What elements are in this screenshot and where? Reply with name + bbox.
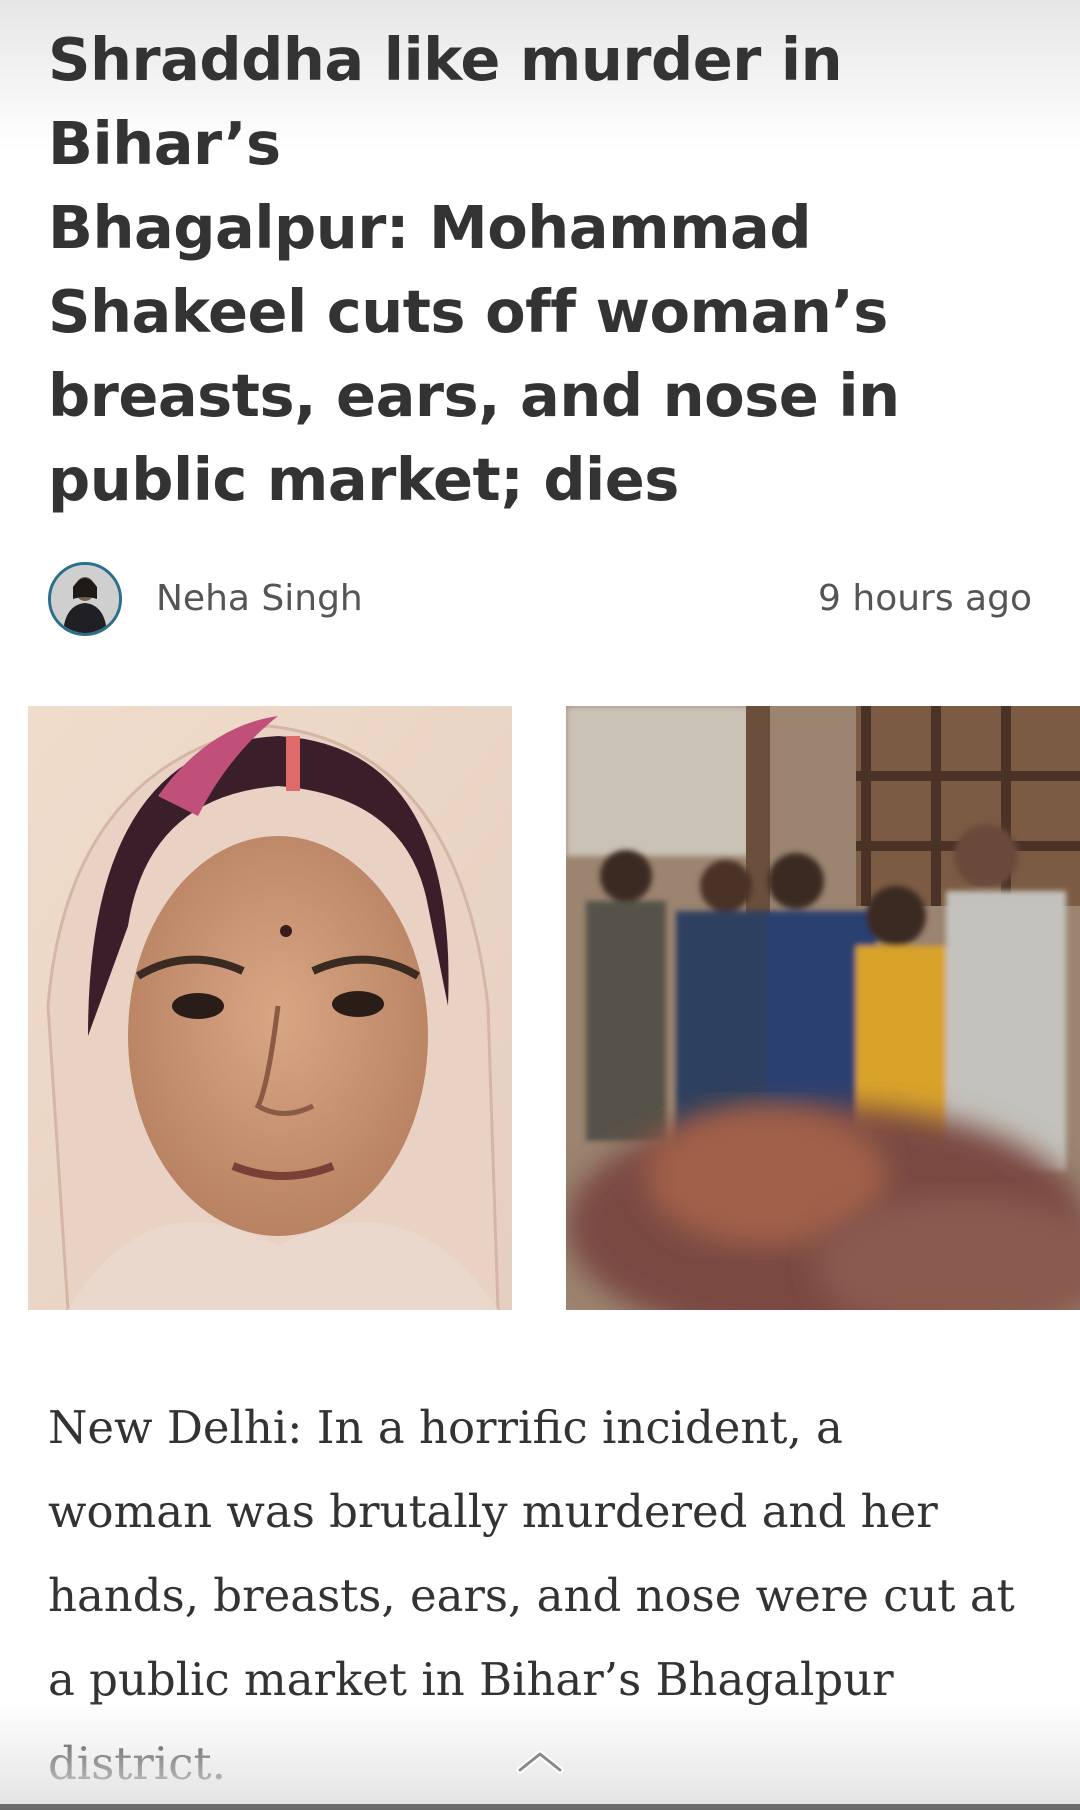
article-body: New Delhi: In a horrific incident, a wom… bbox=[48, 1386, 1038, 1806]
headline-line: Shakeel cuts off woman’s bbox=[48, 277, 888, 346]
body-line: hands, breasts, ears, and nose were cut … bbox=[48, 1569, 1015, 1622]
headline-line: breasts, ears, and nose in bbox=[48, 361, 900, 430]
byline: Neha Singh 9 hours ago bbox=[48, 562, 1032, 642]
body-line: woman was brutally murdered and her bbox=[48, 1485, 938, 1538]
body-line: a public market in Bihar’s Bhagalpur bbox=[48, 1653, 894, 1706]
publish-time: 9 hours ago bbox=[818, 578, 1032, 619]
article-headline: Shraddha like murder in Bihar’s Bhagalpu… bbox=[48, 18, 1028, 522]
avatar-image bbox=[51, 565, 119, 633]
headline-line: Bihar’s bbox=[48, 109, 281, 178]
news-article: Shraddha like murder in Bihar’s Bhagalpu… bbox=[0, 0, 1080, 1810]
headline-line: Bhagalpur: Mohammad bbox=[48, 193, 812, 262]
chevron-up-icon[interactable] bbox=[514, 1744, 566, 1780]
navigation-bar-edge bbox=[0, 1804, 1080, 1810]
author-avatar[interactable] bbox=[48, 562, 122, 636]
victim-photo bbox=[28, 706, 512, 1310]
author-name[interactable]: Neha Singh bbox=[156, 578, 363, 619]
headline-line: Shraddha like murder in bbox=[48, 25, 843, 94]
body-line: New Delhi: In a horrific incident, a bbox=[48, 1401, 843, 1454]
crime-scene-photo bbox=[566, 706, 1080, 1310]
headline-line: public market; dies bbox=[48, 445, 679, 514]
